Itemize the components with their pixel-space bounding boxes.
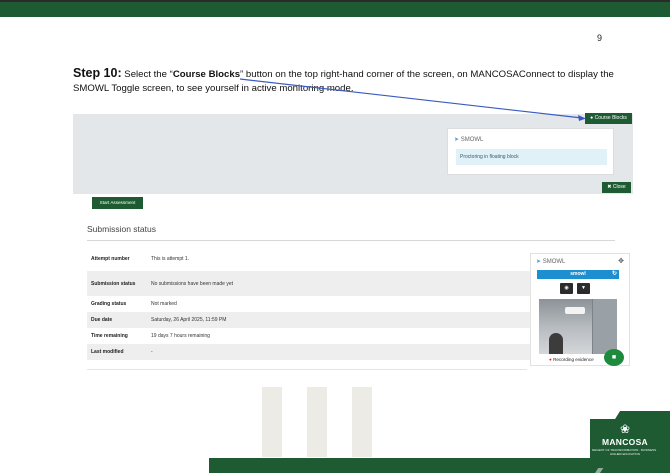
annotation-arrow	[239, 78, 586, 121]
